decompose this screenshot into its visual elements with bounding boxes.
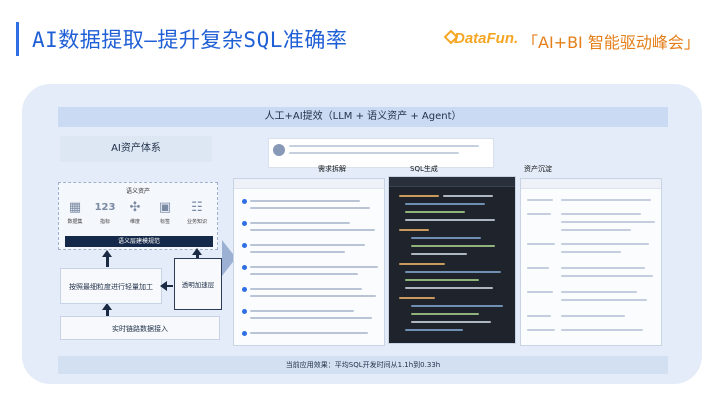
- event-name: 「AI+BI 智能驱动峰会」: [522, 33, 700, 52]
- arrow-up-icon: [102, 250, 112, 257]
- text-line: [561, 229, 631, 231]
- code-line: [399, 229, 429, 231]
- text-line: [561, 329, 643, 331]
- ai-asset-system-heading: AI资产体系: [60, 136, 212, 162]
- text-line: [250, 207, 370, 209]
- text-line: [250, 288, 362, 290]
- arrow-up-icon: [192, 248, 202, 255]
- text-line: [561, 251, 621, 253]
- code-line: [405, 271, 501, 273]
- text-line: [561, 275, 653, 277]
- text-line: [250, 200, 360, 202]
- code-line: [411, 245, 495, 247]
- text-line: [527, 329, 555, 331]
- code-line: [405, 329, 463, 331]
- step-dot: [242, 199, 247, 204]
- fine-grain-processing-box: 按照最细粒度进行轻量加工: [60, 268, 162, 304]
- text-line: [527, 213, 551, 215]
- text-line: [250, 229, 375, 231]
- metric-item: 123 指标: [91, 200, 119, 225]
- column-label-req-split: 需求拆解: [318, 165, 346, 173]
- column-label-asset-deposit: 资产沉淀: [524, 165, 552, 173]
- code-line: [399, 263, 445, 265]
- text-line: [250, 266, 378, 268]
- text-line: [250, 332, 368, 334]
- code-line: [411, 237, 481, 239]
- dimension-item: ✣ 维度: [121, 200, 149, 225]
- arrow-up-stem-1: [106, 256, 109, 267]
- text-line: [561, 243, 649, 245]
- text-line: [561, 291, 637, 293]
- code-line: [405, 279, 479, 281]
- text-line: [561, 199, 651, 201]
- text-line: [250, 310, 354, 312]
- step-dot: [242, 309, 247, 314]
- transparent-accel-layer-box: 透明加速层: [174, 258, 222, 310]
- code-line: [411, 253, 467, 255]
- semantic-modeling-bar: 语义层建模规范: [65, 236, 213, 247]
- code-line: [399, 195, 439, 197]
- step-dot: [242, 287, 247, 292]
- screenshot-toolbar: [521, 179, 661, 189]
- code-line: [405, 287, 493, 289]
- arrow-left-icon: [160, 281, 167, 291]
- step-dot: [242, 331, 247, 336]
- text-line: [289, 152, 459, 154]
- text-line: [561, 221, 655, 223]
- code-line: [411, 305, 503, 307]
- tag-icon: ▣: [158, 200, 172, 215]
- code-line: [399, 297, 435, 299]
- dataset-item: ▦ 数据集: [61, 200, 89, 225]
- text-line: [250, 222, 350, 224]
- title-accent-bar: [16, 22, 19, 56]
- requirement-split-screenshot: [233, 178, 385, 346]
- metric-123-icon: 123: [94, 202, 116, 213]
- avatar: [273, 144, 285, 156]
- table-icon: ▦: [68, 200, 82, 215]
- semantic-asset-title: 语义资产: [125, 188, 150, 195]
- text-line: [527, 267, 549, 269]
- text-line: [561, 315, 625, 317]
- text-line: [250, 251, 345, 253]
- text-line: [527, 315, 551, 317]
- banner-heading: 人工+AI提效（LLM + 语义资产 + Agent）: [58, 107, 668, 127]
- code-line: [405, 219, 495, 221]
- text-line: [527, 243, 555, 245]
- step-dot: [242, 243, 247, 248]
- asset-deposit-screenshot: [520, 178, 662, 346]
- text-line: [561, 267, 645, 269]
- text-line: [561, 213, 641, 215]
- code-line: [405, 203, 485, 205]
- step-dot: [242, 265, 247, 270]
- brand-logo-text: DataFun.: [454, 30, 519, 47]
- code-line: [411, 313, 479, 315]
- screenshot-toolbar: [234, 179, 384, 189]
- text-line: [561, 299, 647, 301]
- text-line: [527, 199, 553, 201]
- realtime-ingest-box: 实时链路数据接入: [60, 316, 220, 340]
- knowledge-icon: ☷: [191, 200, 203, 215]
- semantic-asset-panel: 语义资产 ▦ 数据集 123 指标 ✣ 维度 ▣ 标签 ☷ 业务知识 语义层建模…: [58, 182, 218, 250]
- text-line: [250, 244, 365, 246]
- title-bar: AI数据提取—提升复杂SQL准确率 DataFun. 「AI+BI 智能驱动峰会…: [0, 0, 720, 62]
- text-line: [250, 317, 372, 319]
- column-label-sql-gen: SQL生成: [410, 165, 438, 173]
- knowledge-item: ☷ 业务知识: [183, 200, 211, 225]
- slide-title: AI数据提取—提升复杂SQL准确率: [32, 28, 348, 52]
- dimension-icon: ✣: [129, 200, 141, 215]
- code-line: [443, 195, 493, 197]
- text-line: [250, 273, 358, 275]
- footer-result-bar: 当前应用效果：平均SQL开发时间从1.1h到0.33h: [58, 356, 668, 374]
- text-line: [527, 291, 553, 293]
- code-line: [405, 211, 465, 213]
- text-line: [250, 295, 376, 297]
- sql-code-screenshot: [388, 176, 516, 344]
- text-line: [289, 145, 479, 147]
- tag-item: ▣ 标签: [151, 200, 179, 225]
- screenshot-toolbar: [389, 177, 515, 187]
- requirement-bubble: [268, 138, 494, 168]
- step-dot: [242, 221, 247, 226]
- code-line: [411, 321, 491, 323]
